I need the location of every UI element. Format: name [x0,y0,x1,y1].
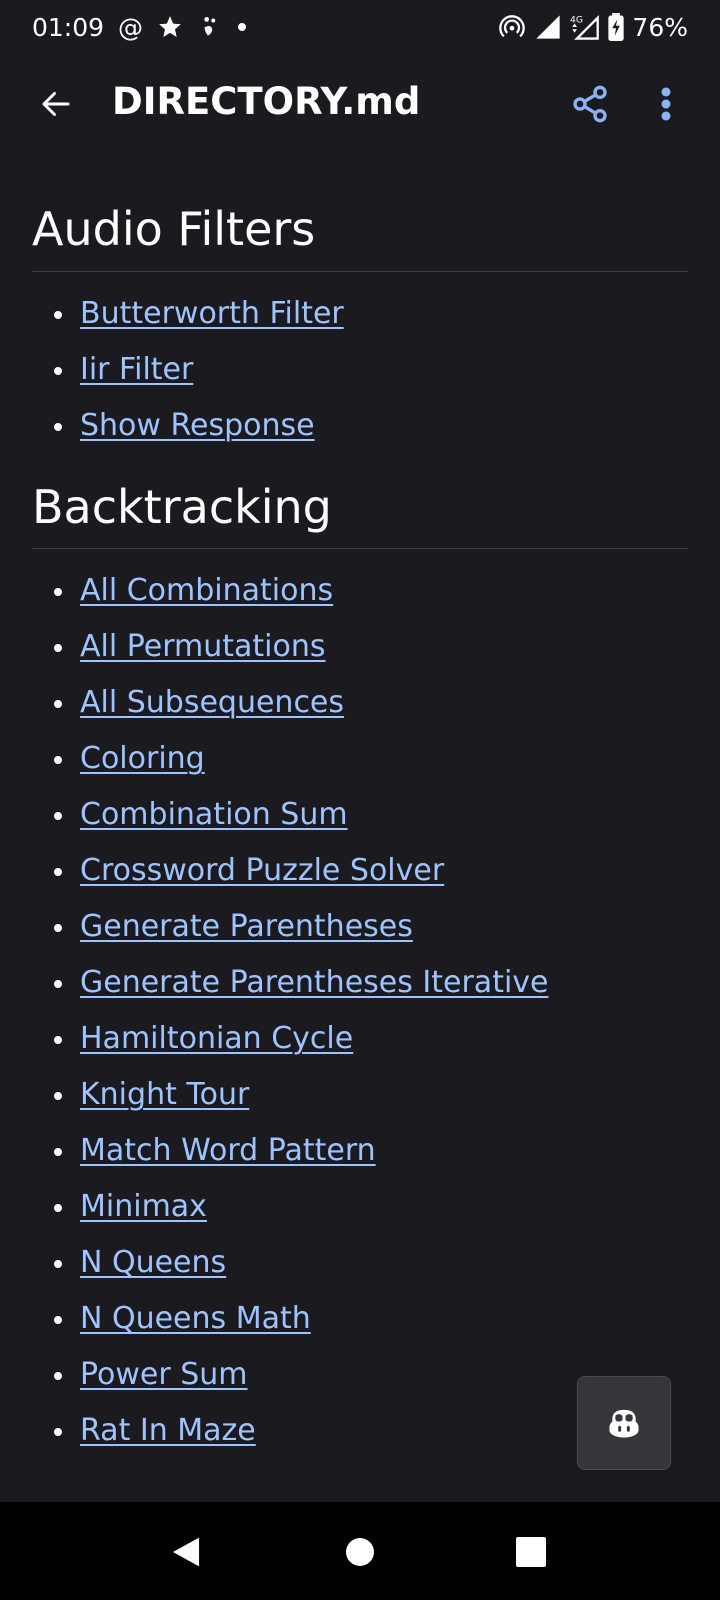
more-vert-icon [661,87,671,121]
notification-app-icon [197,14,223,40]
markdown-content[interactable]: Audio Filters Butterworth Filter Iir Fil… [0,154,720,1502]
list-item: Hamiltonian Cycle [32,1011,720,1067]
link-all-permutations[interactable]: All Permutations [80,629,326,664]
list-item: Combination Sum [32,787,720,843]
link-list-backtracking: All Combinations All Permutations All Su… [0,563,720,1459]
back-arrow-icon [42,92,70,116]
link-rat-in-maze[interactable]: Rat In Maze [80,1413,256,1448]
nav-home-button[interactable] [340,1532,380,1572]
link-n-queens-math[interactable]: N Queens Math [80,1301,311,1336]
battery-percent: 76% [632,12,688,42]
link-all-combinations[interactable]: All Combinations [80,573,333,608]
nav-back-button[interactable] [166,1532,206,1572]
link-list-audio-filters: Butterworth Filter Iir Filter Show Respo… [0,286,720,454]
link-iir-filter[interactable]: Iir Filter [80,352,193,387]
list-item: Knight Tour [32,1067,720,1123]
link-generate-parentheses-iterative[interactable]: Generate Parentheses Iterative [80,965,549,1000]
star-icon [157,14,183,40]
nav-back-icon [172,1537,200,1567]
copilot-button[interactable] [577,1376,671,1470]
status-left: 01:09 @ [32,13,247,42]
list-item: All Subsequences [32,675,720,731]
status-bar: 01:09 @ 4G 76% [0,0,720,54]
link-show-response[interactable]: Show Response [80,408,315,443]
link-generate-parentheses[interactable]: Generate Parentheses [80,909,413,944]
wifi-signal-icon [534,13,562,41]
link-match-word-pattern[interactable]: Match Word Pattern [80,1133,376,1168]
app-bar: DIRECTORY.md [0,54,720,154]
dot-icon [237,22,247,32]
link-hamiltonian-cycle[interactable]: Hamiltonian Cycle [80,1021,353,1056]
link-n-queens[interactable]: N Queens [80,1245,226,1280]
nav-recents-icon [516,1537,546,1567]
list-item: Butterworth Filter [32,286,720,342]
link-crossword-puzzle-solver[interactable]: Crossword Puzzle Solver [80,853,444,888]
nav-recents-button[interactable] [511,1532,551,1572]
hotspot-icon [498,13,526,41]
list-item: All Permutations [32,619,720,675]
list-item: Iir Filter [32,342,720,398]
list-item: N Queens Math [32,1291,720,1347]
nav-home-icon [346,1538,374,1566]
list-item: All Combinations [32,563,720,619]
cell-signal-icon: 4G [570,13,600,41]
link-minimax[interactable]: Minimax [80,1189,207,1224]
status-right: 4G 76% [498,13,688,42]
share-button[interactable] [568,82,612,126]
link-all-subsequences[interactable]: All Subsequences [80,685,344,720]
link-knight-tour[interactable]: Knight Tour [80,1077,249,1112]
link-power-sum[interactable]: Power Sum [80,1357,248,1392]
section-heading-audio-filters: Audio Filters [32,154,688,272]
list-item: Coloring [32,731,720,787]
status-time: 01:09 [32,12,105,42]
list-item: Match Word Pattern [32,1123,720,1179]
link-coloring[interactable]: Coloring [80,741,205,776]
section-heading-backtracking: Backtracking [32,454,688,550]
at-sign-icon: @ [118,12,144,42]
copilot-icon [609,1409,639,1438]
battery-icon [608,13,625,41]
list-item: Generate Parentheses [32,899,720,955]
list-item: N Queens [32,1235,720,1291]
page-title: DIRECTORY.md [112,80,421,123]
back-button[interactable] [34,82,78,126]
list-item: Show Response [32,398,720,454]
link-butterworth-filter[interactable]: Butterworth Filter [80,296,344,331]
system-nav-bar [0,1502,720,1600]
share-icon [573,85,607,123]
list-item: Crossword Puzzle Solver [32,843,720,899]
svg-text:4G: 4G [570,14,583,25]
list-item: Generate Parentheses Iterative [32,955,720,1011]
link-combination-sum[interactable]: Combination Sum [80,797,348,832]
list-item: Minimax [32,1179,720,1235]
more-options-button[interactable] [652,82,680,126]
